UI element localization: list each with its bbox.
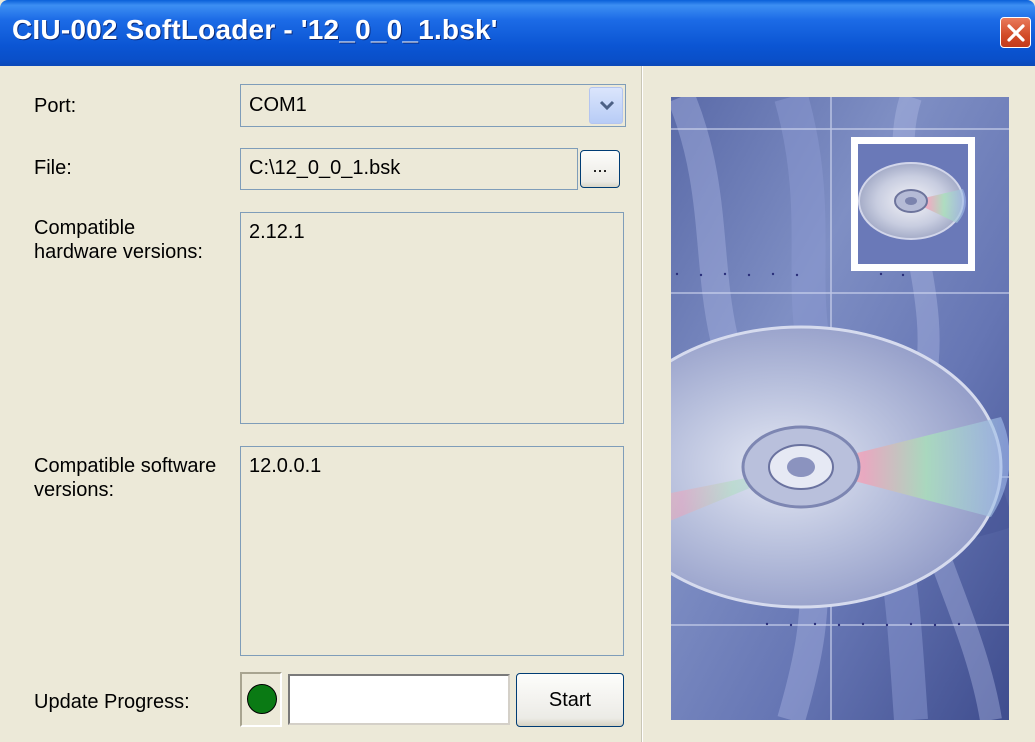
status-led-icon [247,684,277,714]
update-progress-label: Update Progress: [34,691,190,713]
browse-button[interactable]: ... [580,150,620,188]
chevron-down-icon [599,100,615,111]
panel-divider [641,66,643,742]
close-button[interactable] [1000,17,1031,48]
softloader-window: CIU-002 SoftLoader - '12_0_0_1.bsk' Port… [0,0,1035,742]
hw-version-item: 2.12.1 [249,221,305,243]
hw-versions-label-line1: Compatible [34,217,136,239]
status-led-frame [240,672,282,727]
port-select[interactable]: COM1 [240,84,626,127]
file-path-field[interactable]: C:\12_0_0_1.bsk [240,148,578,190]
decorative-cd-image [671,97,1009,720]
file-label: File: [34,157,72,179]
progress-bar [288,674,510,725]
hw-versions-label-line2: hardware versions: [34,241,203,263]
start-button[interactable]: Start [516,673,624,727]
hw-versions-list[interactable]: 2.12.1 [240,212,624,424]
port-dropdown-button[interactable] [589,87,623,124]
port-label: Port: [34,95,77,117]
port-value: COM1 [249,94,307,116]
window-title: CIU-002 SoftLoader - '12_0_0_1.bsk' [12,14,498,45]
title-bar[interactable]: CIU-002 SoftLoader - '12_0_0_1.bsk' [0,0,1035,66]
sw-versions-label-line2: versions: [34,479,115,501]
sw-versions-label-line1: Compatible software [34,455,217,477]
close-icon [1007,24,1025,42]
sw-version-item: 12.0.0.1 [249,455,322,477]
file-path-value: C:\12_0_0_1.bsk [249,157,401,179]
sw-versions-list[interactable]: 12.0.0.1 [240,446,624,656]
